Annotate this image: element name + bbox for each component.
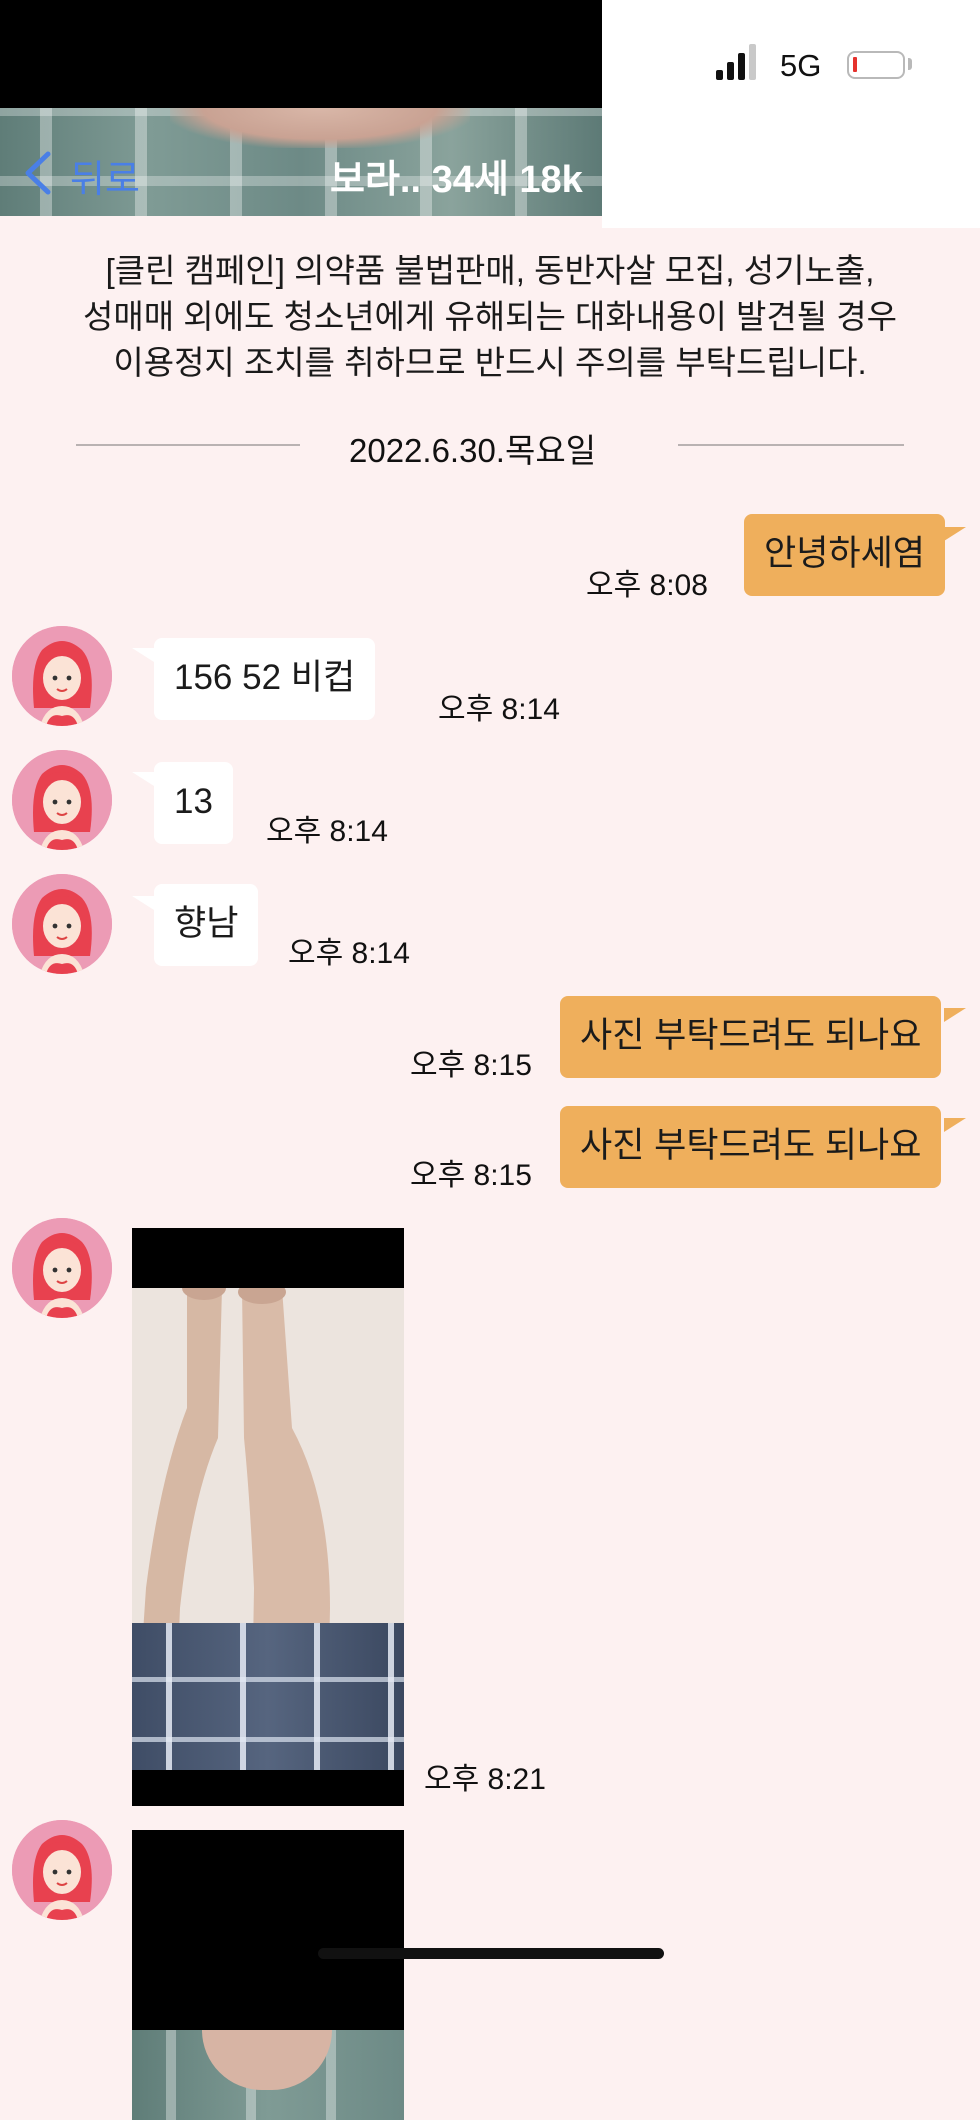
my-message-bubble[interactable]: 사진 부탁드려도 되나요	[560, 996, 942, 1078]
battery-cap	[908, 58, 912, 70]
message-time: 오후 8:15	[410, 1049, 532, 1082]
chevron-left-icon	[25, 151, 51, 195]
bubble-tail	[132, 896, 154, 910]
battery-icon	[847, 51, 905, 79]
bubble-tail	[132, 772, 154, 786]
status-bar-left	[0, 0, 602, 108]
partner-message-bubble[interactable]: 13	[154, 762, 233, 844]
avatar-girl-icon	[12, 750, 112, 850]
partner-avatar[interactable]	[12, 750, 112, 850]
message-time: 오후 8:21	[424, 1763, 546, 1796]
avatar-girl-icon	[12, 1820, 112, 1920]
partner-avatar[interactable]	[12, 626, 112, 726]
avatar-girl-icon	[12, 626, 112, 726]
clean-campaign-notice: [클린 캠페인] 의약품 불법판매, 동반자살 모집, 성기노출, 성매매 외에…	[0, 248, 980, 386]
photo-message[interactable]	[132, 1228, 404, 1806]
partner-message-bubble[interactable]: 156 52 비컵	[154, 638, 376, 720]
avatar-girl-icon	[12, 1218, 112, 1318]
photo-message[interactable]	[132, 1830, 404, 2120]
date-divider: 2022.6.30.목요일	[349, 432, 597, 469]
message-time: 오후 8:14	[438, 693, 560, 726]
notice-line: [클린 캠페인] 의약품 불법판매, 동반자살 모집, 성기노출,	[105, 252, 875, 289]
header-title-clip: 보라.. 34세 18k	[330, 148, 602, 200]
partner-avatar[interactable]	[12, 874, 112, 974]
notice-line: 이용정지 조치를 취하므로 반드시 주의를 부탁드립니다.	[113, 344, 867, 381]
date-divider-line-right	[678, 444, 904, 446]
message-time: 오후 8:15	[410, 1159, 532, 1192]
avatar-girl-icon	[12, 874, 112, 974]
partner-avatar[interactable]	[12, 1820, 112, 1920]
date-divider-line-left	[76, 444, 300, 446]
photo-skirt	[132, 1623, 404, 1770]
back-label: 뒤로	[70, 159, 140, 201]
message-time: 오후 8:14	[266, 815, 388, 848]
my-message-bubble[interactable]: 안녕하세염	[744, 514, 946, 596]
home-indicator[interactable]	[318, 1948, 664, 1959]
back-button[interactable]: 뒤로	[18, 148, 158, 201]
header-title: 보라.. 34세 18k	[330, 159, 583, 200]
my-message-bubble[interactable]: 사진 부탁드려도 되나요	[560, 1106, 942, 1188]
photo-content	[132, 2030, 404, 2120]
notice-line: 성매매 외에도 청소년에게 유해되는 대화내용이 발견될 경우	[82, 298, 897, 335]
status-bar-right	[602, 0, 980, 228]
message-time: 오후 8:14	[288, 937, 410, 970]
bubble-tail	[132, 648, 154, 662]
signal-icon	[716, 44, 766, 82]
message-time: 오후 8:08	[586, 569, 708, 602]
network-label: 5G	[780, 48, 822, 83]
partner-message-bubble[interactable]: 향남	[154, 884, 259, 966]
bubble-tail	[944, 1008, 966, 1022]
bubble-tail	[944, 1118, 966, 1132]
bubble-tail	[944, 527, 966, 541]
partner-avatar[interactable]	[12, 1218, 112, 1318]
